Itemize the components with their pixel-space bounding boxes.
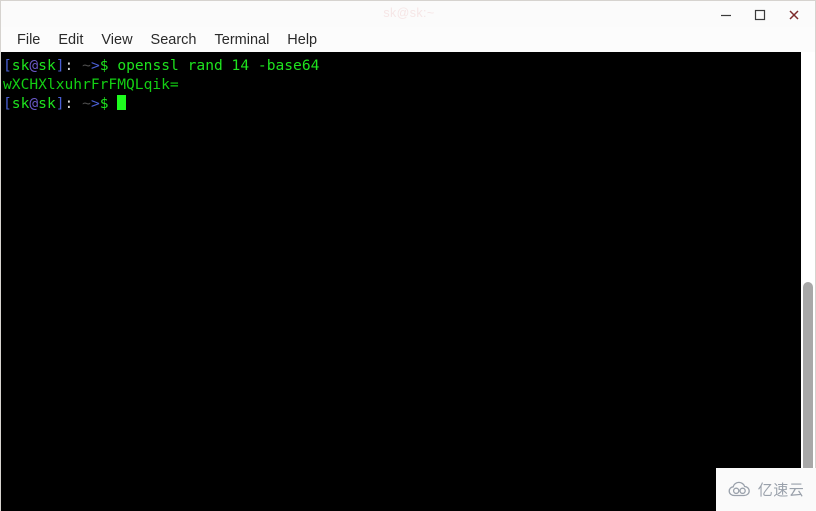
prompt-bracket-close: ] [55, 57, 65, 74]
prompt-arrow: > [90, 95, 100, 112]
prompt-at-sign: @ [29, 57, 39, 74]
prompt-bracket-open: [ [3, 57, 12, 74]
watermark: 亿速云 [716, 468, 816, 511]
terminal-line: [sk@sk]: ~>$ [3, 94, 801, 113]
prompt-bracket-open: [ [3, 95, 12, 112]
terminal-line: wXCHXlxuhrFrFMQLqik= [3, 75, 801, 94]
prompt-user: sk [11, 95, 30, 112]
maximize-button[interactable] [743, 2, 777, 27]
minimize-icon [721, 14, 731, 16]
menu-item-search[interactable]: Search [142, 29, 206, 51]
title-bar[interactable]: sk@sk:~ [0, 0, 816, 27]
vertical-scrollbar[interactable] [801, 52, 815, 511]
close-icon [789, 9, 799, 20]
window-controls [709, 1, 811, 28]
prompt-user: sk [11, 57, 30, 74]
maximize-icon [754, 9, 766, 20]
menu-item-terminal[interactable]: Terminal [206, 29, 279, 51]
close-button[interactable] [777, 2, 811, 27]
menu-item-help[interactable]: Help [278, 29, 326, 51]
prompt-tilde: ~ [82, 57, 91, 74]
cloud-icon [728, 481, 750, 496]
prompt-at-sign: @ [29, 95, 39, 112]
terminal-window: sk@sk:~ File Edit View Search Terminal H… [0, 0, 816, 511]
prompt-dollar: $ [99, 57, 109, 74]
prompt-arrow: > [90, 57, 100, 74]
prompt-tilde: ~ [82, 95, 91, 112]
watermark-text: 亿速云 [757, 481, 805, 499]
terminal-area: [sk@sk]: ~>$ openssl rand 14 -base64 wXC… [0, 52, 816, 511]
prompt-dollar: $ [99, 95, 109, 112]
scrollbar-thumb[interactable] [803, 282, 813, 479]
menu-item-edit[interactable]: Edit [49, 29, 92, 51]
terminal-line: [sk@sk]: ~>$ openssl rand 14 -base64 [3, 56, 801, 75]
menu-item-file[interactable]: File [8, 29, 49, 51]
prompt-host: sk [38, 57, 56, 74]
text-cursor [117, 95, 127, 110]
terminal-command: openssl rand 14 -base64 [117, 57, 320, 74]
menu-item-view[interactable]: View [92, 29, 141, 51]
terminal-output[interactable]: [sk@sk]: ~>$ openssl rand 14 -base64 wXC… [0, 52, 801, 511]
command-output: wXCHXlxuhrFrFMQLqik= [3, 76, 179, 93]
minimize-button[interactable] [709, 2, 743, 27]
window-title: sk@sk:~ [383, 6, 435, 20]
prompt-host: sk [38, 95, 56, 112]
menu-bar: File Edit View Search Terminal Help [0, 27, 816, 52]
prompt-bracket-close: ] [55, 95, 65, 112]
